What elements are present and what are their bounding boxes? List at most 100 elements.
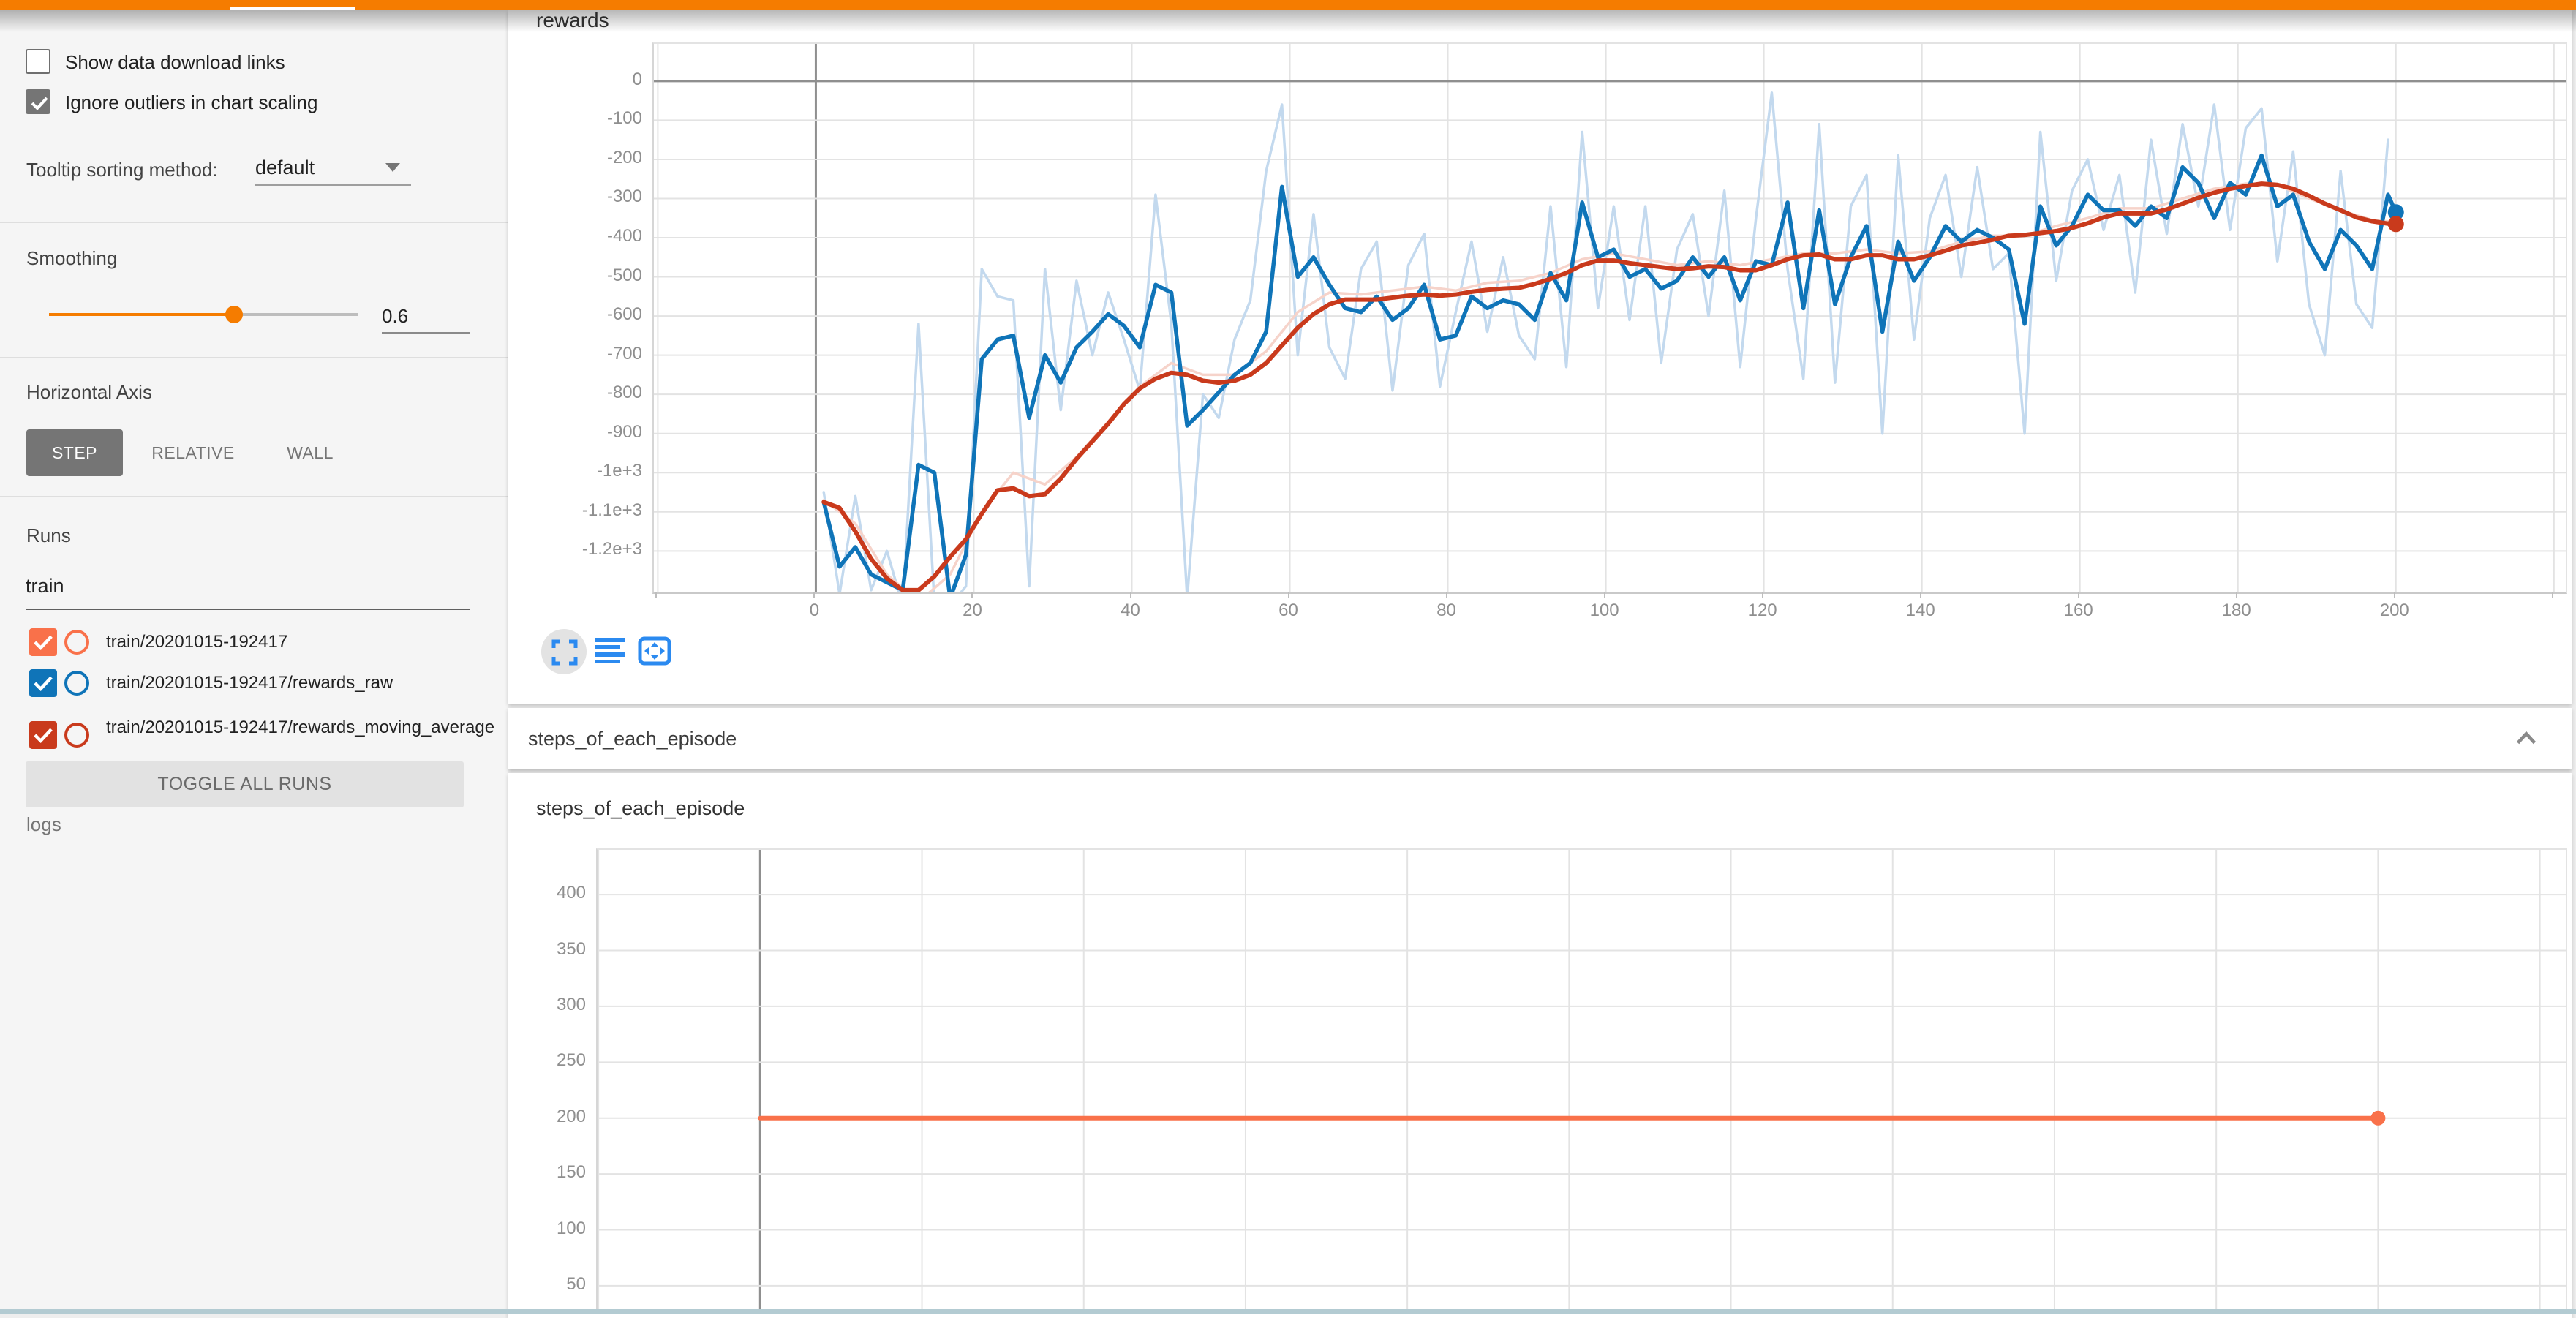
rewards-line-chart[interactable] bbox=[652, 42, 2567, 594]
y-axis-tick-label: -800 bbox=[554, 383, 642, 403]
x-axis-tickmark bbox=[2394, 592, 2395, 598]
x-axis-tick-label: 200 bbox=[2351, 600, 2438, 621]
y-axis-tick-label: -700 bbox=[554, 344, 642, 364]
x-axis-tick-label: 40 bbox=[1087, 600, 1175, 621]
chart-canvas bbox=[598, 850, 2566, 1309]
divider bbox=[0, 496, 508, 497]
x-axis-tick-label: 100 bbox=[1561, 600, 1649, 621]
x-axis-tickmark bbox=[1604, 592, 1605, 598]
tooltip-sorting-underline bbox=[255, 184, 411, 186]
tooltip-sorting-label: Tooltip sorting method: bbox=[26, 159, 218, 181]
check-icon bbox=[29, 721, 57, 749]
chart-canvas bbox=[654, 44, 2566, 592]
x-axis-tickmark bbox=[2236, 592, 2237, 598]
run-label: train/20201015-192417/rewards_raw bbox=[106, 672, 501, 693]
show-download-links-label: Show data download links bbox=[65, 51, 285, 74]
divider bbox=[0, 222, 508, 223]
rewards-chart-title: rewards bbox=[536, 9, 609, 32]
y-axis-tick-label: 300 bbox=[498, 995, 586, 1015]
y-axis-tick-label: 150 bbox=[498, 1162, 586, 1183]
chevron-up-icon[interactable] bbox=[2515, 727, 2538, 750]
x-axis-tick-label: 160 bbox=[2035, 600, 2123, 621]
toggle-all-runs-button[interactable]: TOGGLE ALL RUNS bbox=[26, 761, 464, 807]
y-axis-tick-label: 400 bbox=[498, 883, 586, 903]
x-axis-tickmark bbox=[1446, 592, 1447, 598]
smoothing-slider-thumb[interactable] bbox=[225, 306, 243, 323]
x-axis-tickmark bbox=[1920, 592, 1921, 598]
run-color-swatch[interactable] bbox=[64, 723, 89, 748]
y-axis-tick-label: -1.2e+3 bbox=[554, 539, 642, 560]
run-checkbox[interactable] bbox=[29, 669, 57, 697]
toggle-series-data-icon[interactable] bbox=[595, 638, 625, 664]
run-color-swatch[interactable] bbox=[64, 671, 89, 696]
check-icon bbox=[27, 91, 52, 116]
x-axis-tickmark bbox=[655, 592, 657, 598]
run-row-1[interactable]: train/20201015-192417 bbox=[29, 628, 497, 660]
y-axis-tick-label: -1e+3 bbox=[554, 461, 642, 481]
axis-button-step[interactable]: STEP bbox=[26, 429, 123, 476]
x-axis-tickmark bbox=[2552, 592, 2553, 598]
check-icon bbox=[29, 628, 57, 656]
run-label: train/20201015-192417 bbox=[106, 631, 501, 652]
y-axis-tick-label: -300 bbox=[554, 187, 642, 207]
smoothing-label: Smoothing bbox=[26, 247, 117, 270]
chevron-down-icon[interactable] bbox=[385, 163, 400, 172]
x-axis-tickmark bbox=[1288, 592, 1289, 598]
x-axis-tickmark bbox=[1762, 592, 1763, 598]
window-bottom-edge bbox=[0, 1309, 2576, 1314]
y-axis-tick-label: -400 bbox=[554, 226, 642, 246]
runs-label: Runs bbox=[26, 524, 71, 547]
y-axis-tick-label: 0 bbox=[554, 69, 642, 90]
tensorboard-scalars-page: Show data download links Ignore outliers… bbox=[0, 0, 2576, 1314]
run-checkbox[interactable] bbox=[29, 628, 57, 656]
y-axis-tick-label: -600 bbox=[554, 304, 642, 325]
ignore-outliers-checkbox[interactable] bbox=[26, 89, 50, 114]
expand-chart-icon[interactable] bbox=[551, 639, 578, 666]
tooltip-sorting-select[interactable]: default bbox=[255, 157, 315, 179]
x-axis-tick-label: 80 bbox=[1403, 600, 1491, 621]
x-axis-tickmark bbox=[2078, 592, 2079, 598]
x-axis-tick-label: 0 bbox=[770, 600, 858, 621]
run-color-swatch[interactable] bbox=[64, 630, 89, 655]
x-axis-tick-label: 20 bbox=[928, 600, 1016, 621]
y-axis-tick-label: -500 bbox=[554, 266, 642, 286]
show-download-links-checkbox[interactable] bbox=[26, 49, 50, 74]
section-header-steps[interactable] bbox=[508, 708, 2572, 769]
horizontal-axis-label: Horizontal Axis bbox=[26, 381, 152, 404]
y-axis-tick-label: 350 bbox=[498, 939, 586, 960]
run-row-2[interactable]: train/20201015-192417/rewards_raw bbox=[29, 669, 497, 701]
active-tab-indicator bbox=[230, 7, 355, 10]
y-axis-tick-label: -200 bbox=[554, 148, 642, 168]
runs-filter-input[interactable] bbox=[26, 575, 470, 598]
x-axis-tickmark bbox=[971, 592, 973, 598]
smoothing-value-input[interactable]: 0.6 bbox=[382, 305, 470, 328]
y-axis-tick-label: -1.1e+3 bbox=[554, 500, 642, 521]
y-axis-tick-label: -100 bbox=[554, 108, 642, 129]
x-axis-tick-label: 180 bbox=[2193, 600, 2281, 621]
run-checkbox[interactable] bbox=[29, 721, 57, 749]
steps-line-chart[interactable] bbox=[596, 848, 2567, 1309]
x-axis-tick-label: 120 bbox=[1719, 600, 1807, 621]
x-axis-tick-label: 140 bbox=[1877, 600, 1965, 621]
axis-button-relative[interactable]: RELATIVE bbox=[136, 429, 250, 476]
smoothing-value-underline bbox=[382, 332, 470, 334]
ignore-outliers-label: Ignore outliers in chart scaling bbox=[65, 91, 317, 114]
smoothing-slider[interactable] bbox=[49, 313, 358, 316]
smoothing-slider-fill bbox=[49, 313, 234, 316]
x-axis-tickmark bbox=[813, 592, 815, 598]
fit-domain-to-data-icon[interactable] bbox=[638, 636, 671, 666]
run-label: train/20201015-192417/rewards_moving_ave… bbox=[106, 717, 501, 738]
settings-sidebar: Show data download links Ignore outliers… bbox=[0, 10, 508, 1314]
top-toolbar bbox=[0, 0, 2576, 10]
divider bbox=[0, 357, 508, 358]
logdir-label: logs bbox=[26, 813, 61, 836]
y-axis-tick-label: 50 bbox=[498, 1274, 586, 1295]
y-axis-tick-label: 100 bbox=[498, 1219, 586, 1239]
axis-button-wall[interactable]: WALL bbox=[268, 429, 353, 476]
steps-chart-title: steps_of_each_episode bbox=[536, 797, 745, 820]
check-icon bbox=[29, 669, 57, 697]
section-header-title: steps_of_each_episode bbox=[528, 728, 737, 750]
x-axis-tick-label: 60 bbox=[1245, 600, 1333, 621]
y-axis-tick-label: 200 bbox=[498, 1107, 586, 1127]
y-axis-tick-label: 250 bbox=[498, 1050, 586, 1071]
